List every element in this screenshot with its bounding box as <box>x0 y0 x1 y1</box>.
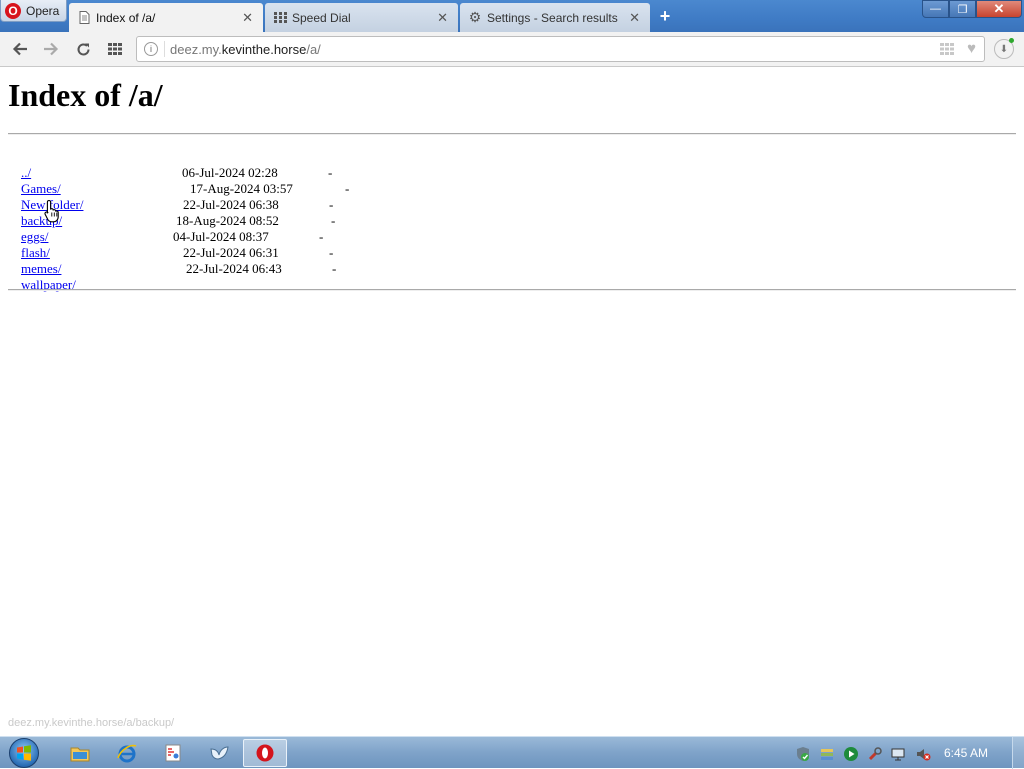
maximize-button[interactable]: ❐ <box>949 0 976 18</box>
entry-size: - <box>319 229 324 244</box>
entry-date: 17-Aug-2024 03:57 <box>190 181 293 196</box>
listing-row: flash/ 04-Jul-2024 08:37 - <box>8 229 323 260</box>
internet-explorer-icon[interactable] <box>115 741 139 765</box>
windows-logo-icon <box>17 745 31 761</box>
tab-title: Settings - Search results <box>487 10 618 25</box>
speed-dial-icon <box>273 11 287 25</box>
tab-close-icon[interactable]: ✕ <box>629 10 640 26</box>
volume-muted-icon[interactable] <box>915 746 931 762</box>
back-arrow-icon <box>12 42 27 56</box>
bird-app-icon[interactable] <box>207 741 231 765</box>
tab-settings-search-results[interactable]: ⚙ Settings - Search results ✕ <box>460 3 650 32</box>
hand-cursor-icon <box>44 199 59 223</box>
entry-date: 06-Jul-2024 02:28 <box>182 165 278 180</box>
entry-date: 18-Aug-2024 08:52 <box>176 213 279 228</box>
tab-close-icon[interactable]: ✕ <box>437 10 448 26</box>
page-content: Index of /a/ ../ Games/ 06-Jul-2024 02:2… <box>0 67 1024 736</box>
grid-icon <box>108 43 122 55</box>
url-path: /a/ <box>306 42 321 57</box>
media-play-icon[interactable] <box>843 746 859 762</box>
page-title: Index of /a/ <box>8 77 163 113</box>
title-bar: O Opera Index of /a/ ✕ Speed Dial ✕ ⚙ Se… <box>0 0 1024 32</box>
reload-icon <box>77 42 89 55</box>
reload-button[interactable] <box>74 40 92 58</box>
opera-menu-label: Opera <box>26 3 60 18</box>
stash-heart-icon[interactable]: ♥ <box>967 40 976 57</box>
minimize-button[interactable]: — <box>922 0 949 18</box>
entry-size: - <box>331 213 336 228</box>
add-to-speed-dial-icon[interactable] <box>940 43 954 58</box>
opera-taskbar-button[interactable] <box>243 739 287 767</box>
entry-date: 22-Jul-2024 06:31 <box>183 245 279 260</box>
entry-size: - <box>332 261 337 276</box>
start-button[interactable] <box>9 738 39 768</box>
forward-arrow-icon <box>44 42 59 56</box>
entry-date: 22-Jul-2024 06:38 <box>183 197 279 212</box>
link-status-url: deez.my.kevinthe.horse/a/backup/ <box>8 717 175 729</box>
file-explorer-icon[interactable] <box>68 741 92 765</box>
opera-menu-button[interactable]: O Opera <box>0 0 67 22</box>
tab-title: Speed Dial <box>292 10 351 25</box>
divider <box>8 133 1016 135</box>
entry-size: - <box>345 181 350 196</box>
listing-row: wallpaper/ 22-Jul-2024 06:43 - <box>8 261 336 292</box>
tool-icon[interactable] <box>867 746 883 762</box>
tab-title: Index of /a/ <box>96 10 156 25</box>
entry-size: - <box>329 245 334 260</box>
listing-row: New folder/ 17-Aug-2024 03:57 - <box>8 181 349 212</box>
address-separator <box>164 41 165 57</box>
tab-index-of-a[interactable]: Index of /a/ ✕ <box>69 3 263 32</box>
listing-row: eggs/ 18-Aug-2024 08:52 - <box>8 213 335 244</box>
speed-dial-button[interactable] <box>106 40 124 58</box>
divider <box>8 289 1016 291</box>
new-tab-button[interactable]: + <box>656 7 674 25</box>
tab-close-icon[interactable]: ✕ <box>242 10 253 26</box>
system-clock[interactable]: 6:45 AM <box>944 746 988 760</box>
show-desktop-button[interactable] <box>1012 737 1024 769</box>
display-icon[interactable] <box>891 746 907 762</box>
listing-row: Games/ 06-Jul-2024 02:28 - <box>8 165 332 196</box>
entry-size: - <box>328 165 333 180</box>
opera-logo-icon: O <box>5 2 21 19</box>
windows-taskbar: 6:45 AM <box>0 736 1024 769</box>
address-url[interactable]: deez.my.kevinthe.horse/a/ <box>170 42 321 57</box>
security-shield-icon[interactable] <box>795 746 811 762</box>
download-arrow-icon: ⬇ <box>999 43 1009 55</box>
url-host-prefix: deez.my. <box>170 42 222 57</box>
entry-date: 22-Jul-2024 06:43 <box>186 261 282 276</box>
download-status-dot <box>1009 38 1014 43</box>
paint-icon[interactable] <box>161 741 185 765</box>
browser-toolbar: i deez.my.kevinthe.horse/a/ ♥ ⬇ <box>0 32 1024 67</box>
document-icon <box>77 11 91 25</box>
entry-date: 04-Jul-2024 08:37 <box>173 229 269 244</box>
opera-icon <box>253 741 277 765</box>
address-bar[interactable]: i deez.my.kevinthe.horse/a/ ♥ <box>136 36 985 62</box>
site-info-icon[interactable]: i <box>144 42 158 56</box>
listing-row: memes/ 22-Jul-2024 06:31 - <box>8 245 333 276</box>
tab-speed-dial[interactable]: Speed Dial ✕ <box>265 3 458 32</box>
entry-size: - <box>329 197 334 212</box>
gear-icon: ⚙ <box>468 9 482 25</box>
listing-row-parent: ../ <box>8 149 31 180</box>
close-window-button[interactable]: ✕ <box>976 0 1022 18</box>
url-host-domain: kevinthe.horse <box>221 42 307 57</box>
forward-button[interactable] <box>42 40 60 58</box>
back-button[interactable] <box>11 40 29 58</box>
network-stack-icon[interactable] <box>819 746 835 762</box>
